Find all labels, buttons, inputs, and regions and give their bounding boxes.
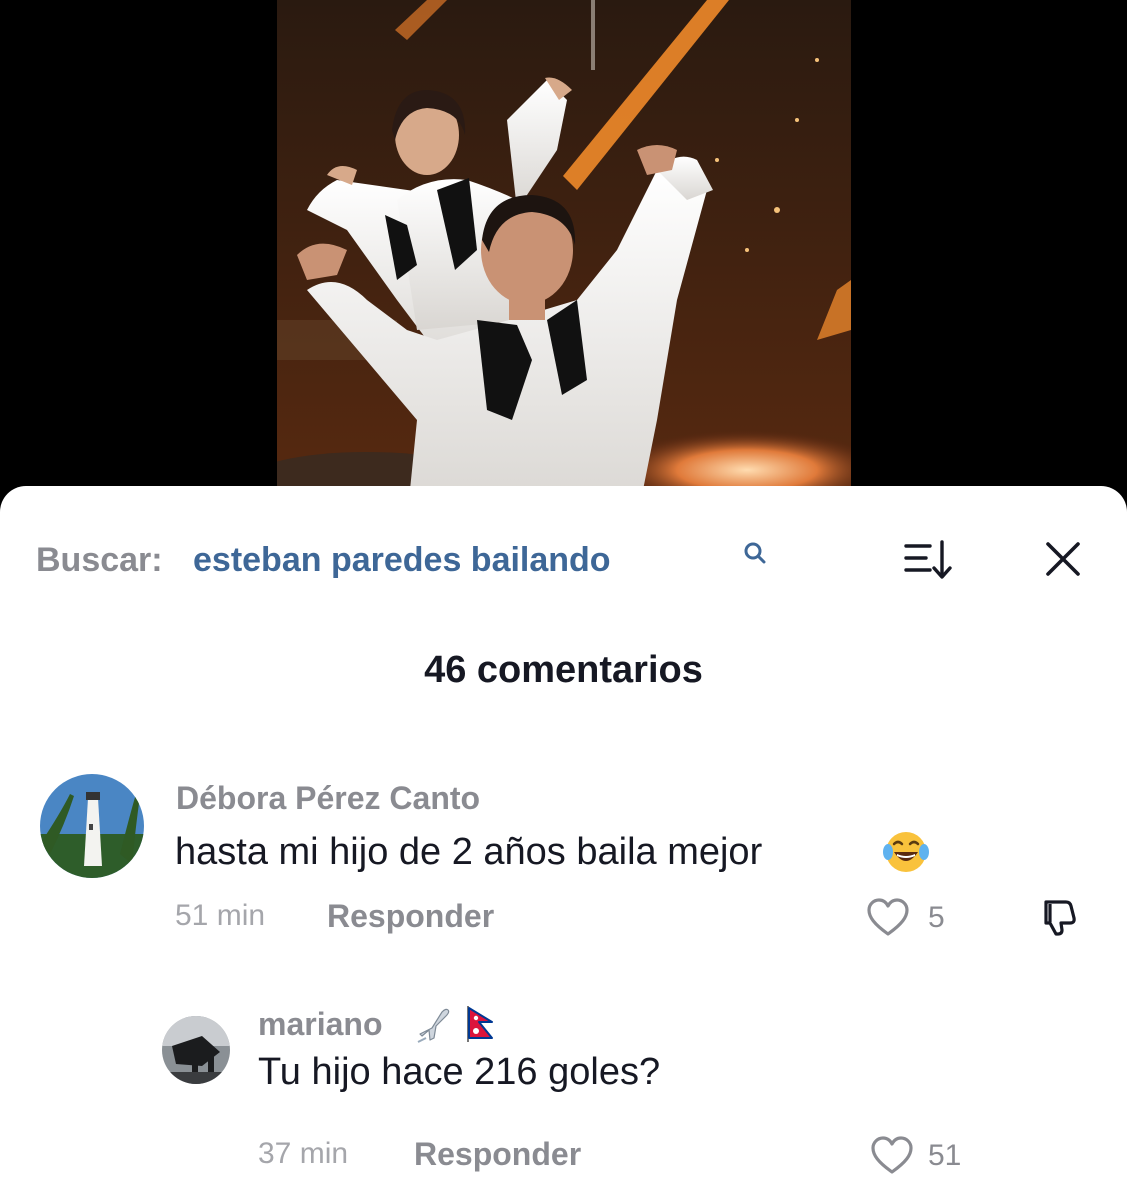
search-icon[interactable] (742, 540, 768, 566)
reply-button[interactable]: Responder (327, 896, 494, 936)
reply-text: Tu hijo hace 216 goles? (258, 1051, 661, 1093)
reply-button[interactable]: Responder (414, 1134, 581, 1174)
lighthouse-avatar-image (40, 774, 144, 878)
sort-icon[interactable] (902, 538, 954, 582)
avatar[interactable] (40, 774, 144, 878)
comment-timestamp: 51 min (175, 899, 266, 932)
airplane-icon (417, 1008, 450, 1043)
user-avatar-image (162, 1016, 230, 1084)
comment-text: hasta mi hijo de 2 años baila mejor (175, 831, 763, 873)
related-search-bar[interactable]: Buscar: esteban paredes bailando (36, 536, 1096, 584)
search-term-link[interactable]: esteban paredes bailando (193, 536, 611, 584)
video-frame (277, 0, 851, 520)
comments-sheet: Buscar: esteban paredes bailando 46 come… (0, 486, 1127, 1200)
thumbs-down-icon[interactable] (1036, 896, 1078, 938)
comment-username[interactable]: Débora Pérez Canto (176, 778, 480, 818)
search-prefix-label: Buscar: (36, 541, 163, 579)
comments-count-title: 46 comentarios (424, 649, 703, 691)
avatar[interactable] (162, 1016, 230, 1084)
like-count: 51 (928, 1139, 962, 1172)
reply-username[interactable]: mariano (258, 1004, 382, 1044)
video-player[interactable] (0, 0, 1127, 520)
nepal-flag-icon (467, 1006, 493, 1042)
close-icon[interactable] (1040, 536, 1086, 582)
reply-timestamp: 37 min (258, 1137, 349, 1170)
heart-like-icon[interactable] (870, 1136, 914, 1176)
video-thumbnail-image (277, 0, 851, 520)
like-count: 5 (928, 901, 945, 934)
heart-like-icon[interactable] (866, 898, 910, 938)
laughing-tears-emoji-icon (883, 832, 929, 872)
